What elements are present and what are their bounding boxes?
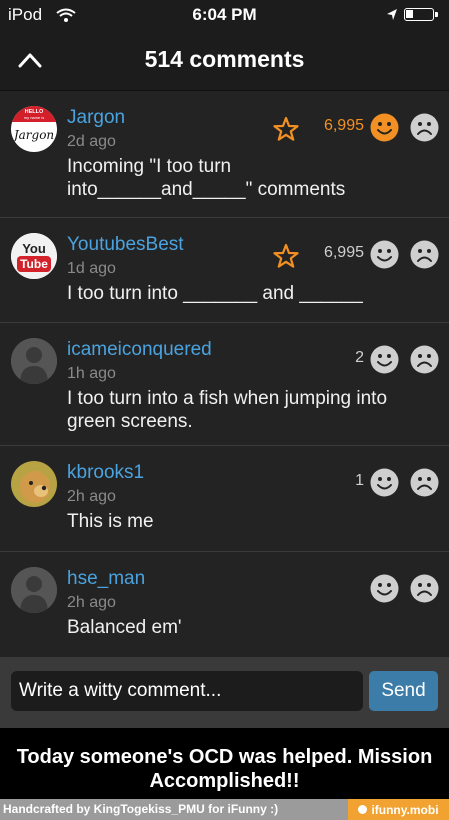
- smiley-icon[interactable]: [370, 574, 399, 603]
- star-icon[interactable]: [273, 116, 299, 142]
- nametag-name: Jargon: [11, 128, 54, 142]
- credit-text: Handcrafted by KingTogekiss_PMU for iFun…: [3, 802, 279, 816]
- page-title: 514 comments: [144, 46, 305, 72]
- caption-line: Accomplished!!: [149, 770, 300, 792]
- comment-line: This is me: [67, 511, 154, 532]
- comment-text: Incoming "I too turn into______and_____"…: [67, 155, 397, 201]
- comment-item: hse_man 2h ago Balanced em': [0, 551, 449, 657]
- caption-line: Today someone's OCD was helped. Mission: [16, 746, 433, 768]
- comment-text: I too turn into a fish when jumping into…: [67, 387, 417, 433]
- timestamp: 2h ago: [67, 488, 116, 505]
- brand-text: ifunny.mobi: [371, 802, 439, 817]
- comment-line: into______and_____" comments: [67, 179, 346, 200]
- comment-line: I too turn into a fish when jumping into: [67, 388, 388, 409]
- battery-icon: [404, 8, 438, 21]
- timestamp: 1d ago: [67, 260, 116, 277]
- youtube-you: You: [22, 241, 46, 256]
- timestamp: 1h ago: [67, 365, 116, 382]
- clock: 6:04 PM: [192, 5, 257, 24]
- brand-badge: ifunny.mobi: [348, 799, 449, 820]
- avatar[interactable]: You Tube: [11, 233, 57, 279]
- comment-item: kbrooks1 2h ago This is me 1: [0, 445, 449, 552]
- sad-face-icon[interactable]: [410, 468, 439, 497]
- status-bar: iPod 6:04 PM: [0, 0, 449, 30]
- comment-line: green screens.: [67, 411, 193, 432]
- smiley-icon[interactable]: [370, 113, 399, 142]
- comment-text: This is me: [67, 510, 397, 533]
- nav-header: 514 comments: [0, 30, 449, 91]
- smiley-icon[interactable]: [370, 345, 399, 374]
- avatar[interactable]: HELLO my name is Jargon: [11, 106, 57, 152]
- sad-face-icon[interactable]: [410, 574, 439, 603]
- comment-line: Balanced em': [67, 617, 182, 638]
- comment-line: I too turn into _______ and ______: [67, 283, 363, 304]
- smile-count: 1: [355, 472, 364, 489]
- smiley-icon: [358, 805, 368, 814]
- comment-input[interactable]: Write a witty comment...: [11, 671, 363, 711]
- smiley-icon[interactable]: [370, 468, 399, 497]
- smile-count: 6,995: [323, 117, 364, 134]
- youtube-tube: Tube: [20, 257, 48, 271]
- comment-composer: Write a witty comment... Send: [0, 657, 449, 728]
- avatar[interactable]: [11, 461, 57, 507]
- send-button[interactable]: Send: [369, 671, 438, 711]
- smiley-icon[interactable]: [370, 240, 399, 269]
- timestamp: 2h ago: [67, 594, 116, 611]
- sad-face-icon[interactable]: [410, 345, 439, 374]
- username[interactable]: YoutubesBest: [67, 234, 184, 256]
- sad-face-icon[interactable]: [410, 113, 439, 142]
- sad-face-icon[interactable]: [410, 240, 439, 269]
- meme-caption: Today someone's OCD was helped. Mission …: [0, 728, 449, 799]
- username[interactable]: kbrooks1: [67, 462, 144, 484]
- username[interactable]: hse_man: [67, 568, 145, 590]
- comment-text: Balanced em': [67, 616, 397, 639]
- comment-item: You Tube YoutubesBest 1d ago I too turn …: [0, 217, 449, 323]
- comment-item: icameiconquered 1h ago I too turn into a…: [0, 322, 449, 446]
- avatar[interactable]: [11, 567, 57, 613]
- smile-count: 2: [355, 349, 364, 366]
- comment-item: HELLO my name is Jargon Jargon 2d ago In…: [0, 90, 449, 218]
- comment-text: I too turn into _______ and ______: [67, 282, 397, 305]
- username[interactable]: icameiconquered: [67, 339, 212, 361]
- avatar[interactable]: [11, 338, 57, 384]
- username[interactable]: Jargon: [67, 107, 125, 129]
- smile-count: 6,995: [323, 244, 364, 261]
- comment-line: Incoming "I too turn: [67, 156, 232, 177]
- caption-text: Today someone's OCD was helped. Mission …: [0, 745, 449, 793]
- nametag-sub: my name is: [24, 115, 44, 120]
- timestamp: 2d ago: [67, 133, 116, 150]
- location-arrow-icon: [386, 8, 398, 26]
- watermark-footer: Handcrafted by KingTogekiss_PMU for iFun…: [0, 799, 449, 820]
- star-icon[interactable]: [273, 243, 299, 269]
